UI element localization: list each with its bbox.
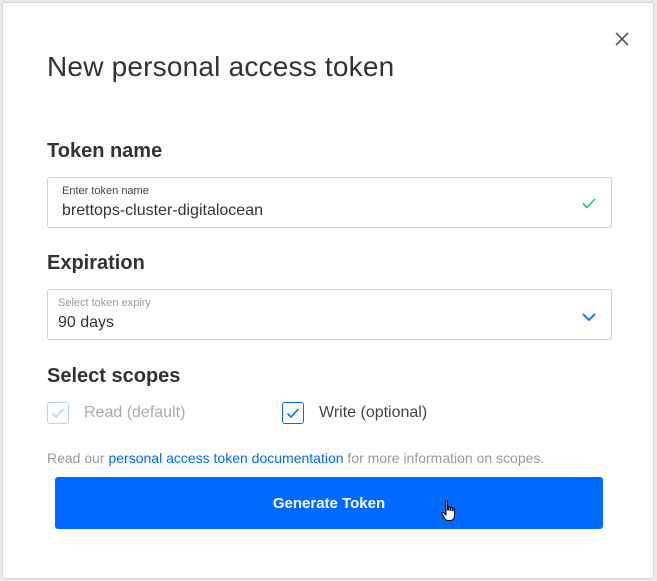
help-suffix: for more information on scopes. bbox=[343, 450, 545, 466]
hand-cursor-icon bbox=[441, 500, 456, 521]
close-icon[interactable] bbox=[611, 28, 633, 50]
help-prefix: Read our bbox=[47, 450, 109, 466]
token-expiry-field-label: Select token expiry bbox=[58, 297, 151, 309]
token-expiry-value: 90 days bbox=[58, 314, 115, 331]
checkmark-icon bbox=[582, 198, 596, 209]
token-docs-link[interactable]: personal access token documentation bbox=[108, 450, 343, 466]
read-scope-label: Read (default) bbox=[84, 404, 186, 421]
checkmark-icon bbox=[51, 408, 65, 419]
close-button[interactable] bbox=[611, 28, 633, 50]
token-name-field-label: Enter token name bbox=[62, 185, 149, 197]
token-name-value[interactable]: brettops-cluster-digitalocean bbox=[62, 202, 263, 220]
token-name-heading: Token name bbox=[47, 140, 163, 162]
checkmark-icon bbox=[286, 408, 300, 419]
expiration-heading: Expiration bbox=[47, 252, 145, 274]
chevron-down-icon[interactable] bbox=[581, 310, 597, 324]
scopes-heading: Select scopes bbox=[47, 365, 181, 387]
write-scope-checkbox[interactable] bbox=[282, 402, 304, 424]
generate-token-button[interactable]: Generate Token bbox=[55, 477, 603, 529]
new-token-modal: New personal access token Token name Ent… bbox=[2, 2, 654, 579]
write-scope-label[interactable]: Write (optional) bbox=[319, 404, 427, 422]
scope-write[interactable]: Write (optional) bbox=[282, 401, 427, 425]
modal-title: New personal access token bbox=[47, 51, 395, 82]
read-scope-checkbox bbox=[47, 402, 69, 424]
scope-read: Read (default) bbox=[47, 401, 185, 425]
token-expiry-select[interactable]: Select token expiry 90 days bbox=[47, 289, 612, 340]
token-name-field[interactable]: Enter token name brettops-cluster-digita… bbox=[47, 177, 612, 228]
scopes-help-text: Read our personal access token documenta… bbox=[47, 450, 544, 466]
